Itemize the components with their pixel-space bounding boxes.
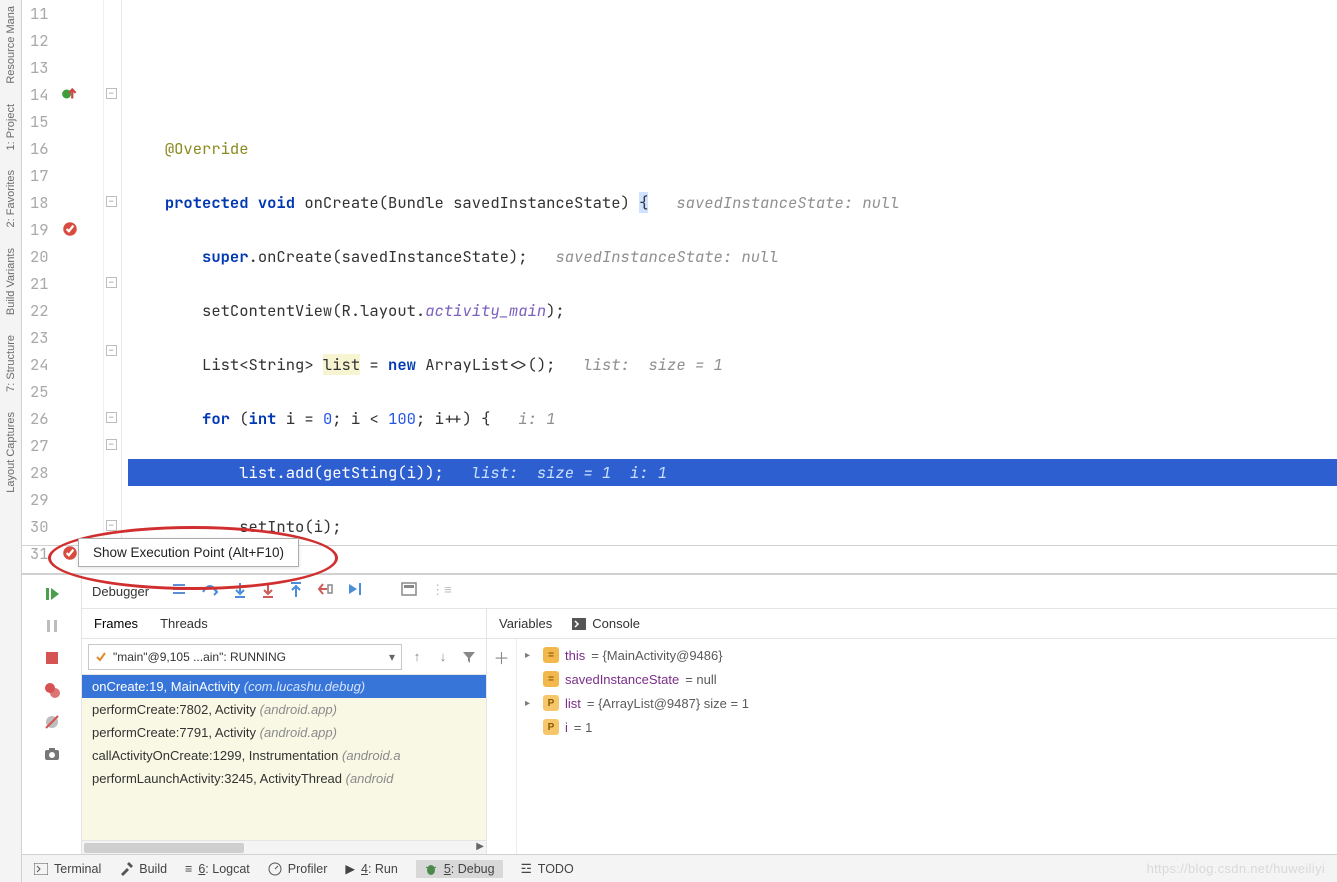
variables-pane: Variables Console ＋ ▸=this = {MainActivi…	[487, 609, 1337, 854]
evaluate-expression-button[interactable]	[401, 582, 417, 601]
view-breakpoints-button[interactable]	[41, 679, 63, 701]
run-tab[interactable]: ▶4: Run	[345, 861, 397, 876]
resume-button[interactable]	[41, 583, 63, 605]
editor-gutter: 1112131415161718192021222324252627282930…	[22, 0, 122, 545]
drop-frame-button[interactable]	[317, 582, 333, 601]
fold-toggle[interactable]: −	[106, 345, 117, 356]
logcat-tab[interactable]: ≡6: Logcat	[185, 862, 250, 876]
stop-button[interactable]	[41, 647, 63, 669]
tool-favorites[interactable]: 2: Favorites	[5, 170, 17, 227]
line-numbers: 1112131415161718192021222324252627282930…	[22, 0, 59, 545]
terminal-icon	[34, 863, 48, 875]
build-tab[interactable]: Build	[119, 862, 167, 876]
filter-frames-button[interactable]	[458, 646, 480, 668]
run-to-cursor-button[interactable]	[347, 582, 363, 601]
pause-button[interactable]	[41, 615, 63, 637]
fold-toggle[interactable]: −	[106, 88, 117, 99]
bottom-toolbar: Terminal Build ≡6: Logcat Profiler ▶4: R…	[22, 854, 1337, 882]
frame-row[interactable]: callActivityOnCreate:1299, Instrumentati…	[82, 744, 486, 767]
tool-structure[interactable]: 7: Structure	[5, 335, 17, 392]
frame-row[interactable]: onCreate:19, MainActivity (com.lucashu.d…	[82, 675, 486, 698]
fold-toggle[interactable]: −	[106, 439, 117, 450]
fold-toggle[interactable]: −	[106, 412, 117, 423]
fold-toggle[interactable]: −	[106, 196, 117, 207]
tool-project[interactable]: 1: Project	[5, 104, 17, 150]
frames-list[interactable]: onCreate:19, MainActivity (com.lucashu.d…	[82, 675, 486, 840]
variable-row[interactable]: ▸Plist = {ArrayList@9487} size = 1	[525, 691, 1329, 715]
fold-toggle[interactable]: −	[106, 277, 117, 288]
variable-row[interactable]: =savedInstanceState = null	[525, 667, 1329, 691]
debugger-tab[interactable]: Debugger	[92, 584, 149, 599]
logcat-icon: ≡	[185, 862, 192, 876]
step-out-button[interactable]	[289, 582, 303, 601]
tool-resource-manager[interactable]: Resource Mana	[5, 6, 17, 84]
frames-tab[interactable]: Frames	[94, 616, 138, 631]
todo-tab[interactable]: ☲TODO	[521, 861, 574, 876]
gutter-markers	[59, 0, 103, 545]
watermark-text: https://blog.csdn.net/huweiliyi	[1147, 861, 1325, 876]
frame-row[interactable]: performCreate:7802, Activity (android.ap…	[82, 698, 486, 721]
frame-row[interactable]: performCreate:7791, Activity (android.ap…	[82, 721, 486, 744]
add-watch-button[interactable]: ＋	[493, 645, 509, 669]
profiler-tab[interactable]: Profiler	[268, 862, 328, 876]
variables-tab[interactable]: Variables	[499, 616, 552, 631]
code-editor[interactable]: 1112131415161718192021222324252627282930…	[22, 0, 1337, 546]
fold-column: − − − − − − −	[103, 0, 121, 545]
chevron-down-icon: ▾	[389, 650, 395, 664]
step-into-button[interactable]	[233, 582, 247, 601]
variables-toolbar: ＋	[487, 639, 517, 854]
frames-pane: Frames Threads "main"@9,105 ...ain": RUN…	[82, 609, 487, 854]
debug-panel: Debugger ⋮≡	[22, 574, 1337, 854]
gauge-icon	[268, 862, 282, 876]
next-frame-button[interactable]: ↓	[432, 646, 454, 668]
debug-toolbar: Debugger ⋮≡	[82, 575, 1337, 609]
bug-icon	[424, 862, 438, 876]
debug-tab[interactable]: 5: Debug	[416, 860, 503, 878]
code-area[interactable]: @Override protected void onCreate(Bundle…	[122, 0, 1337, 545]
console-tab[interactable]: Console	[572, 616, 640, 631]
show-execution-point-button[interactable]	[171, 582, 187, 601]
camera-button[interactable]	[41, 743, 63, 765]
left-tool-strip: Resource Mana 1: Project 2: Favorites Bu…	[0, 0, 22, 882]
breakpoint-icon[interactable]	[61, 220, 79, 238]
prev-frame-button[interactable]: ↑	[406, 646, 428, 668]
breadcrumbs: Show Execution Point (Alt+F10) MainActiv…	[22, 546, 1337, 574]
trace-button[interactable]: ⋮≡	[431, 582, 452, 601]
check-icon	[95, 651, 107, 663]
debug-sidebar	[22, 575, 82, 854]
tooltip-show-execution-point: Show Execution Point (Alt+F10)	[78, 538, 299, 567]
threads-tab[interactable]: Threads	[160, 616, 208, 631]
play-icon: ▶	[345, 861, 355, 876]
override-up-icon[interactable]	[61, 85, 79, 103]
step-over-button[interactable]	[201, 582, 219, 601]
thread-selector[interactable]: "main"@9,105 ...ain": RUNNING ▾	[88, 644, 402, 670]
variable-row[interactable]: Pi = 1	[525, 715, 1329, 739]
variable-row[interactable]: ▸=this = {MainActivity@9486}	[525, 643, 1329, 667]
console-icon	[572, 618, 586, 630]
mute-breakpoints-button[interactable]	[41, 711, 63, 733]
fold-toggle[interactable]: −	[106, 520, 117, 531]
terminal-tab[interactable]: Terminal	[34, 862, 101, 876]
frame-row[interactable]: performLaunchActivity:3245, ActivityThre…	[82, 767, 486, 790]
variables-tree[interactable]: ▸=this = {MainActivity@9486}=savedInstan…	[517, 639, 1337, 854]
frames-scrollbar[interactable]: ▶	[82, 840, 486, 854]
tool-layout-captures[interactable]: Layout Captures	[5, 412, 17, 493]
force-step-into-button[interactable]	[261, 582, 275, 601]
hammer-icon	[119, 862, 133, 876]
tool-build-variants[interactable]: Build Variants	[5, 248, 17, 315]
list-icon: ☲	[521, 861, 532, 876]
